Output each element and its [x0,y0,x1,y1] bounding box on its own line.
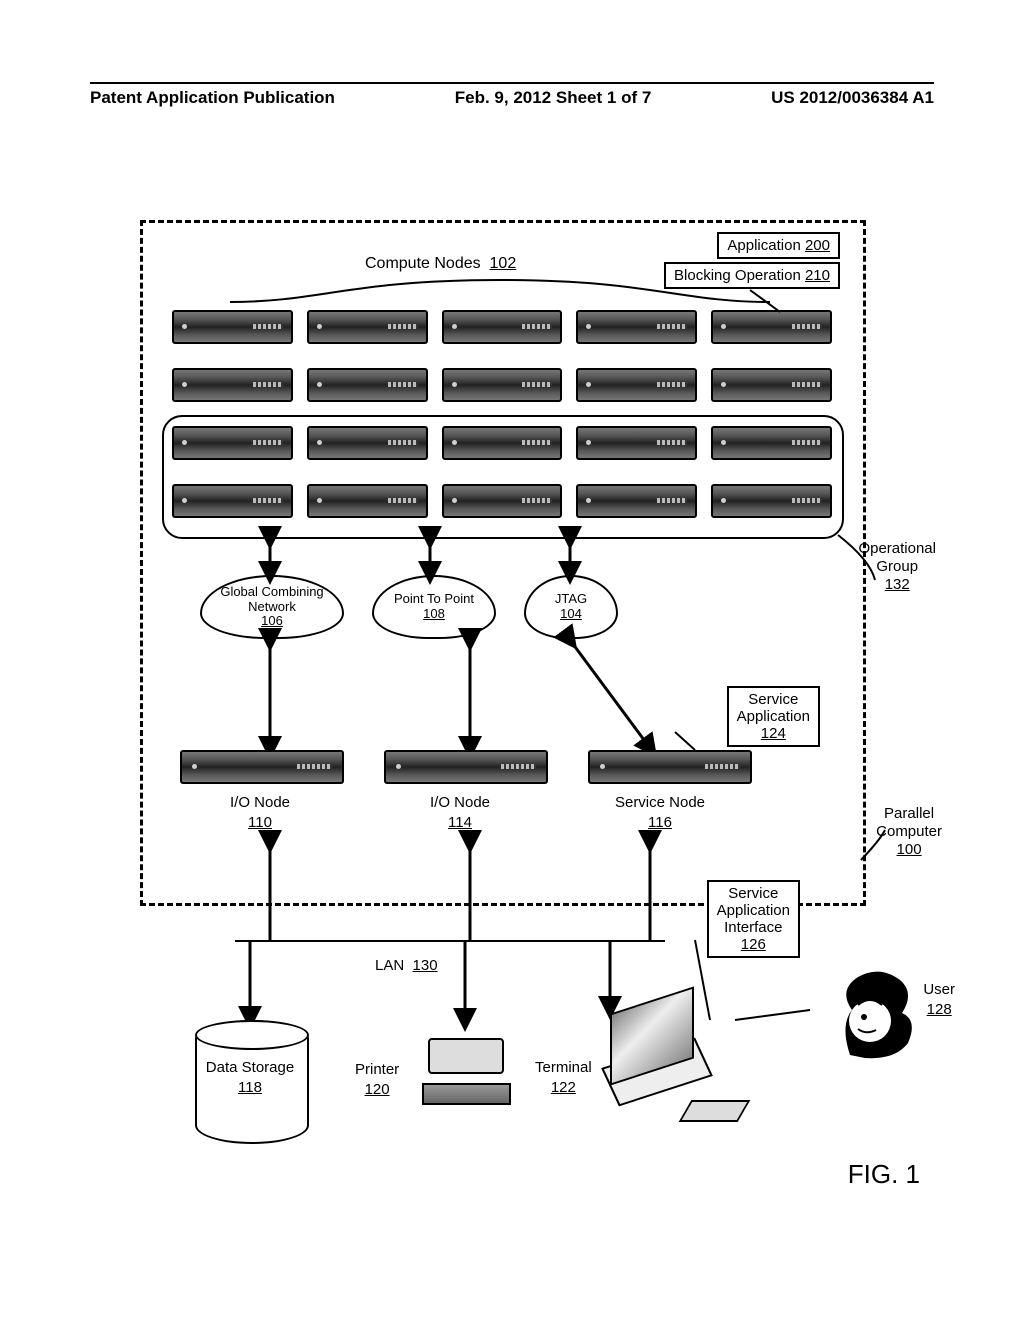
application-num: 200 [805,237,830,254]
label: I/O Node [180,793,340,813]
node-row [172,310,832,344]
printer-text: Printer [355,1060,399,1080]
user-label: User 128 [923,980,955,1019]
gcn-num: 106 [261,614,283,629]
header-right: US 2012/0036384 A1 [771,88,934,108]
callout-service-app-interface: Service Application Interface 126 [707,880,800,958]
cloud-jtag: JTAG 104 [524,575,618,639]
callout-application: Application 200 [717,232,840,259]
compute-text: Compute Nodes [365,255,481,272]
compute-node [442,368,563,402]
compute-node [307,368,428,402]
ptp-label: Point To Point [394,592,474,607]
printer-num: 120 [355,1080,399,1100]
lan-text: LAN [375,957,404,974]
operational-group-label: Operational Group 132 [858,540,936,594]
parallel-text: Parallel Computer [876,805,942,841]
lan-num: 130 [413,957,438,974]
compute-node [307,310,428,344]
ptp-num: 108 [423,607,445,622]
compute-node [172,310,293,344]
io-node-2 [384,750,548,784]
io-node-1 [180,750,344,784]
figure-number-label: FIG. 1 [848,1159,920,1190]
printer-label: Printer 120 [355,1060,399,1099]
cloud-ptp: Point To Point 108 [372,575,496,639]
user-num: 128 [923,1000,955,1020]
parallel-computer-label: Parallel Computer 100 [876,805,942,859]
io-node-1-label: I/O Node 110 [180,793,340,832]
jtag-num: 104 [560,607,582,622]
storage-num: 118 [195,1078,305,1098]
svc-iface-text: Service Application Interface [717,885,790,936]
gcn-label: Global Combining Network [220,585,323,615]
printer-tray [422,1083,511,1105]
parallel-num: 100 [876,841,942,859]
label: Service Node [580,793,740,813]
compute-num: 102 [490,255,517,272]
op-group-text: Operational Group [858,540,936,576]
service-node [588,750,752,784]
compute-node [711,310,832,344]
svc-app-text: Service Application [737,691,810,725]
terminal-label: Terminal 122 [535,1058,592,1097]
svc-iface-num: 126 [741,936,766,953]
compute-brace [230,280,770,302]
keyboard-icon [679,1100,751,1122]
compute-node [576,368,697,402]
num: 114 [380,813,540,833]
terminal-num: 122 [535,1078,592,1098]
svc-app-num: 124 [761,725,786,742]
label: I/O Node [380,793,540,813]
op-group-num: 132 [858,576,936,594]
page-header: Patent Application Publication Feb. 9, 2… [0,82,1024,108]
storage-text: Data Storage [195,1058,305,1078]
blocking-op-num: 210 [805,267,830,284]
networks-row: Global Combining Network 106 Point To Po… [200,575,618,639]
compute-node [711,368,832,402]
service-node-label: Service Node 116 [580,793,740,832]
node-row [172,368,832,402]
cloud-gcn: Global Combining Network 106 [200,575,344,639]
io-service-labels: I/O Node 110 I/O Node 114 Service Node 1… [180,793,740,832]
operational-group-box [162,415,844,539]
compute-node [172,368,293,402]
application-label: Application [727,237,800,254]
data-storage-label: Data Storage 118 [195,1058,305,1097]
callout-service-application: Service Application 124 [727,686,820,747]
printer-icon [420,1020,510,1105]
lan-bus-line [235,940,665,942]
compute-nodes-label: Compute Nodes 102 [365,255,516,273]
user-text: User [923,980,955,1000]
jtag-label: JTAG [555,592,587,607]
io-node-2-label: I/O Node 114 [380,793,540,832]
printer-body [428,1038,504,1074]
header-left: Patent Application Publication [90,88,335,108]
user-icon [830,965,920,1065]
io-service-nodes-row [180,750,752,784]
terminal-icon [610,1000,725,1115]
header-center: Feb. 9, 2012 Sheet 1 of 7 [455,88,652,108]
compute-node [442,310,563,344]
compute-node [576,310,697,344]
page: Patent Application Publication Feb. 9, 2… [0,0,1024,1320]
figure-1: Application 200 Blocking Operation 210 C… [140,220,880,1180]
num: 116 [580,813,740,833]
lan-label: LAN 130 [375,957,438,974]
terminal-text: Terminal [535,1058,592,1078]
header-row: Patent Application Publication Feb. 9, 2… [0,84,1024,108]
num: 110 [180,813,340,833]
